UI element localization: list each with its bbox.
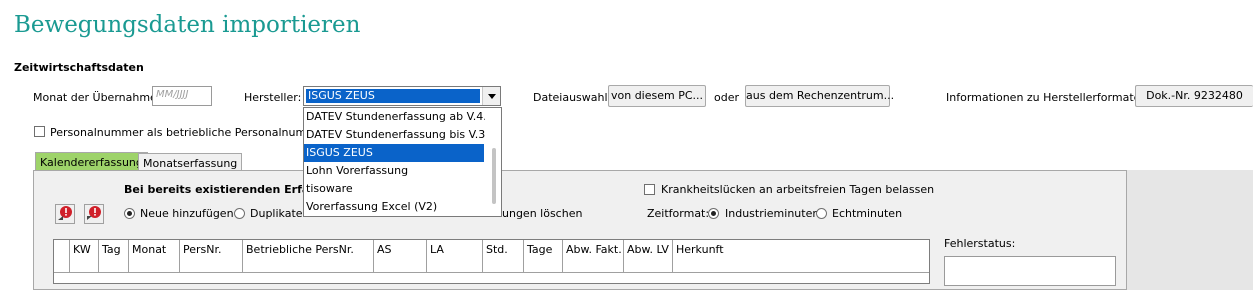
- error-status-label: Fehlerstatus:: [944, 237, 1016, 250]
- manufacturer-selected-value: ISGUS ZEUS: [306, 89, 480, 103]
- from-datacenter-button[interactable]: aus dem Rechenzentrum...: [745, 85, 894, 107]
- column-header-tage[interactable]: Tage: [524, 240, 563, 272]
- persnr-checkbox[interactable]: [34, 126, 45, 137]
- dropdown-option[interactable]: tisoware: [304, 180, 484, 198]
- data-table[interactable]: KW Tag Monat PersNr. Betriebliche PersNr…: [53, 239, 930, 284]
- column-header-betriebliche-persnr[interactable]: Betriebliche PersNr.: [243, 240, 374, 272]
- column-header-kw[interactable]: KW: [70, 240, 99, 272]
- manufacturer-label: Hersteller:: [244, 91, 302, 104]
- dropdown-option[interactable]: Vorerfassung Excel (V2): [304, 198, 484, 216]
- column-header-monat[interactable]: Monat: [129, 240, 180, 272]
- error-status-field[interactable]: [944, 256, 1116, 286]
- or-text: oder: [714, 91, 740, 104]
- column-header-tag[interactable]: Tag: [99, 240, 129, 272]
- sick-gap-label: Krankheitslücken an arbeitsfreien Tagen …: [661, 183, 935, 196]
- from-pc-button[interactable]: von diesem PC...: [608, 85, 706, 107]
- column-header-persnr[interactable]: PersNr.: [180, 240, 243, 272]
- next-error-button[interactable]: [84, 204, 104, 224]
- column-header-as[interactable]: AS: [374, 240, 427, 272]
- month-input[interactable]: MM/JJJJ: [152, 86, 212, 106]
- month-placeholder: MM/JJJJ: [156, 89, 189, 100]
- column-header-la[interactable]: LA: [427, 240, 483, 272]
- red-alert-next-icon: [86, 205, 102, 224]
- file-selection-label: Dateiauswahl:: [533, 91, 612, 104]
- row-header-column: [54, 240, 70, 272]
- scrollbar-thumb[interactable]: [492, 148, 496, 204]
- radio-real-minutes[interactable]: [816, 208, 827, 219]
- existing-entries-heading: Bei bereits existierenden Erfass: [124, 183, 323, 196]
- radio-industrial-minutes[interactable]: [708, 208, 719, 219]
- red-alert-prev-icon: [57, 205, 73, 224]
- radio-add-new[interactable]: [124, 208, 135, 219]
- manufacturer-dropdown-list[interactable]: DATEV Stundenerfassung ab V.4.0 DATEV St…: [303, 107, 502, 217]
- header-divider: [54, 272, 929, 273]
- radio-real-minutes-label: Echtminuten: [832, 207, 903, 220]
- dropdown-arrow-icon[interactable]: [482, 87, 500, 105]
- radio-industrial-minutes-label: Industrieminuten: [725, 207, 820, 220]
- prev-error-button[interactable]: [55, 204, 75, 224]
- tab-kalendererfassung[interactable]: Kalendererfassung: [35, 152, 148, 172]
- time-format-label: Zeitformat:: [647, 207, 710, 220]
- dropdown-scrollbar[interactable]: [485, 108, 501, 216]
- column-header-abw-lv[interactable]: Abw. LV: [624, 240, 673, 272]
- doc-number-button[interactable]: Dok.-Nr. 9232480: [1135, 85, 1253, 107]
- dropdown-option[interactable]: Lohn Vorerfassung: [304, 162, 484, 180]
- delete-entries-text: ungen löschen: [502, 207, 583, 220]
- manufacturer-select[interactable]: ISGUS ZEUS: [303, 86, 501, 106]
- radio-add-new-label: Neue hinzufügen: [140, 207, 234, 220]
- dropdown-option[interactable]: DATEV Stundenerfassung ab V.4.0: [304, 108, 494, 126]
- dropdown-option[interactable]: DATEV Stundenerfassung bis V.3.2: [304, 126, 496, 144]
- column-header-abw-fakt[interactable]: Abw. Fakt.: [563, 240, 624, 272]
- right-gutter: [1127, 170, 1253, 290]
- section-title: Zeitwirtschaftsdaten: [14, 61, 144, 74]
- page-title: Bewegungsdaten importieren: [14, 12, 361, 38]
- formats-info-label: Informationen zu Herstellerformaten:: [946, 91, 1152, 104]
- dropdown-option-selected[interactable]: ISGUS ZEUS: [304, 144, 484, 162]
- column-header-herkunft[interactable]: Herkunft: [673, 240, 929, 272]
- radio-duplicates[interactable]: [234, 208, 245, 219]
- column-header-std[interactable]: Std.: [483, 240, 524, 272]
- sick-gap-checkbox[interactable]: [644, 184, 655, 195]
- month-label: Monat der Übernahme:: [33, 91, 161, 104]
